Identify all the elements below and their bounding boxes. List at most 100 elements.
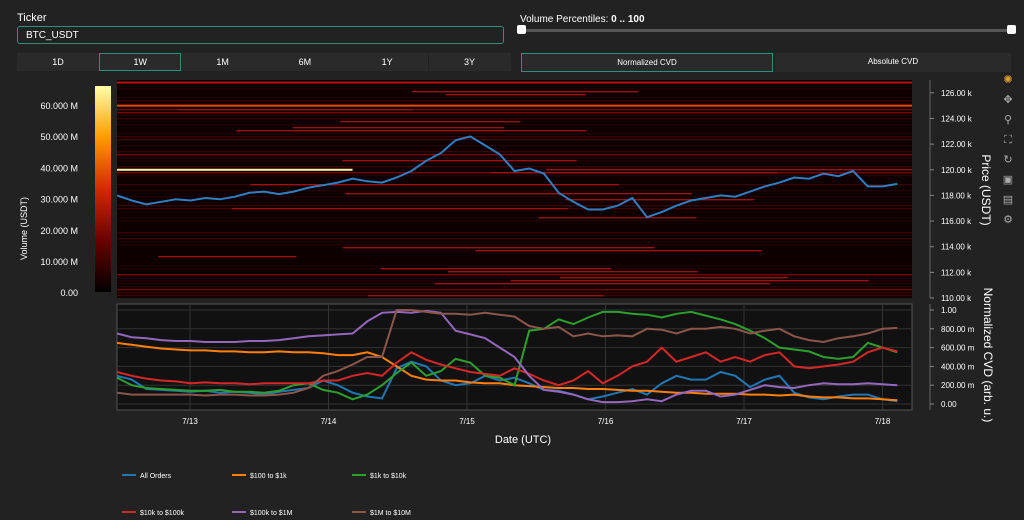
legend-label: $10k to $100k bbox=[140, 510, 184, 517]
price-tick-label: 110.00 k bbox=[941, 294, 972, 303]
colorbar-tick-label: 60.000 M bbox=[40, 101, 78, 111]
heatmap-level bbox=[117, 133, 912, 135]
legend-label: $1k to $10k bbox=[370, 473, 407, 480]
heatmap-level bbox=[117, 151, 912, 153]
heatmap-level bbox=[117, 277, 912, 279]
cvd-tick-label: 1.00 bbox=[941, 306, 957, 315]
legend-label: $1M to $10M bbox=[370, 510, 411, 517]
heatmap-level bbox=[117, 214, 912, 216]
cvd-tick-label: 0.00 bbox=[941, 400, 957, 409]
heatmap-level bbox=[117, 292, 912, 294]
heatmap-level bbox=[117, 103, 912, 105]
heatmap-level bbox=[117, 226, 912, 228]
download-icon[interactable]: ▣ bbox=[1000, 172, 1016, 188]
heatmap-level bbox=[117, 97, 912, 99]
heatmap-level bbox=[117, 232, 912, 234]
heatmap-level bbox=[117, 88, 912, 90]
heatmap-level bbox=[117, 136, 912, 138]
heatmap-level bbox=[117, 148, 912, 150]
heatmap-level-segment bbox=[381, 268, 611, 270]
heatmap-level bbox=[117, 253, 912, 255]
heatmap-level bbox=[117, 199, 912, 201]
date-axis-ticks: 7/13 7/14 7/15 7/16 7/17 7/18 bbox=[182, 417, 891, 426]
colorbar-tick-label: 10.000 M bbox=[40, 257, 78, 267]
colorbar-tick-label: 50.000 M bbox=[40, 132, 78, 142]
heatmap-level-segment bbox=[445, 94, 586, 96]
pan-icon[interactable]: ✥ bbox=[1000, 92, 1016, 108]
colorbar-tick-label: 0.00 bbox=[60, 288, 78, 298]
cvd-axis-ticks: 1.00 800.00 m 600.00 m 400.00 m 200.00 m 0.00 bbox=[930, 306, 975, 409]
heatmap-level bbox=[117, 187, 912, 189]
comment-icon[interactable]: ▤ bbox=[1000, 192, 1016, 208]
heatmap-level-segment bbox=[475, 250, 762, 252]
price-axis-ticks: 126.00 k 124.00 k 122.00 k 120.00 k 118.00 k… bbox=[930, 89, 973, 303]
price-tick-label: 116.00 k bbox=[941, 217, 972, 226]
heatmap-level bbox=[117, 145, 912, 147]
date-axis-title: Date (UTC) bbox=[495, 434, 551, 446]
liquidity-wall bbox=[117, 81, 912, 84]
heatmap-level bbox=[117, 181, 912, 183]
heatmap-level bbox=[117, 229, 912, 231]
heatmap-level bbox=[117, 241, 912, 243]
price-axis-title: Price (USDT) bbox=[979, 154, 993, 225]
reset-icon[interactable]: ↻ bbox=[1000, 152, 1016, 168]
price-tick-label: 122.00 k bbox=[941, 140, 973, 149]
heatmap-level bbox=[117, 166, 912, 168]
chart-svg: 60.000 M 50.000 M 40.000 M 30.000 M 20.000 M… bbox=[19, 80, 995, 517]
heatmap-level-segment bbox=[565, 199, 754, 201]
heatmap-level bbox=[117, 262, 912, 264]
colorbar bbox=[95, 86, 111, 292]
date-tick-label: 7/14 bbox=[321, 417, 337, 426]
legend-label: All Orders bbox=[140, 473, 172, 480]
date-tick-label: 7/17 bbox=[736, 417, 752, 426]
colorbar-ticks: 60.000 M 50.000 M 40.000 M 30.000 M 20.000 M… bbox=[40, 101, 78, 298]
heatmap-level-segment bbox=[490, 172, 778, 174]
heatmap-level bbox=[117, 217, 912, 219]
date-tick-label: 7/18 bbox=[875, 417, 891, 426]
legend-label: $100 to $1k bbox=[250, 473, 287, 480]
price-tick-label: 112.00 k bbox=[941, 268, 972, 277]
heatmap-level-segment bbox=[339, 121, 521, 123]
heatmap-level bbox=[117, 85, 912, 87]
heatmap-level bbox=[117, 289, 912, 291]
heatmap-level bbox=[117, 202, 912, 204]
logo-icon[interactable]: ✺ bbox=[1000, 72, 1016, 88]
colorbar-tick-label: 40.000 M bbox=[40, 163, 78, 173]
date-tick-label: 7/15 bbox=[459, 417, 475, 426]
heatmap-level bbox=[117, 139, 912, 141]
heatmap-level bbox=[117, 244, 912, 246]
heatmap-level bbox=[117, 190, 912, 192]
liquidity-wall bbox=[117, 168, 353, 171]
heatmap-level bbox=[117, 154, 912, 156]
heatmap-level bbox=[117, 142, 912, 144]
legend-label: $100k to $1M bbox=[250, 510, 293, 517]
heatmap-level bbox=[117, 205, 912, 207]
heatmap-level-segment bbox=[538, 217, 697, 219]
heatmap-level bbox=[117, 238, 912, 240]
heatmap-level-segment bbox=[434, 283, 771, 285]
heatmap-level bbox=[117, 211, 912, 213]
colorbar-tick-label: 20.000 M bbox=[40, 226, 78, 236]
heatmap-level-segment bbox=[342, 247, 655, 249]
heatmap-level bbox=[117, 115, 912, 117]
heatmap-level-segment bbox=[411, 91, 639, 93]
cvd-axis-title: Normalized CVD (arb. u.) bbox=[981, 288, 995, 423]
heatmap-level bbox=[117, 163, 912, 165]
settings-icon[interactable]: ⚙ bbox=[1000, 212, 1016, 228]
heatmap-level-segment bbox=[546, 169, 912, 171]
heatmap-level-segment bbox=[292, 127, 504, 129]
heatmap-level bbox=[117, 259, 912, 261]
colorbar-tick-label: 30.000 M bbox=[40, 195, 78, 205]
colorbar-title: Volume (USDT) bbox=[19, 197, 29, 260]
heatmap-level-segment bbox=[345, 193, 692, 195]
heatmap-level-segment bbox=[158, 256, 297, 258]
zoom-icon[interactable]: ⚲ bbox=[1000, 112, 1016, 128]
heatmap-level-segment bbox=[342, 160, 577, 162]
heatmap-level bbox=[117, 223, 912, 225]
heatmap-level bbox=[117, 124, 912, 126]
liquidity-wall bbox=[117, 104, 912, 107]
autoscale-icon[interactable]: ⛶ bbox=[1000, 132, 1016, 148]
heatmap-level bbox=[117, 157, 912, 159]
heatmap-level-segment bbox=[236, 130, 587, 132]
heatmap-level bbox=[117, 235, 912, 237]
